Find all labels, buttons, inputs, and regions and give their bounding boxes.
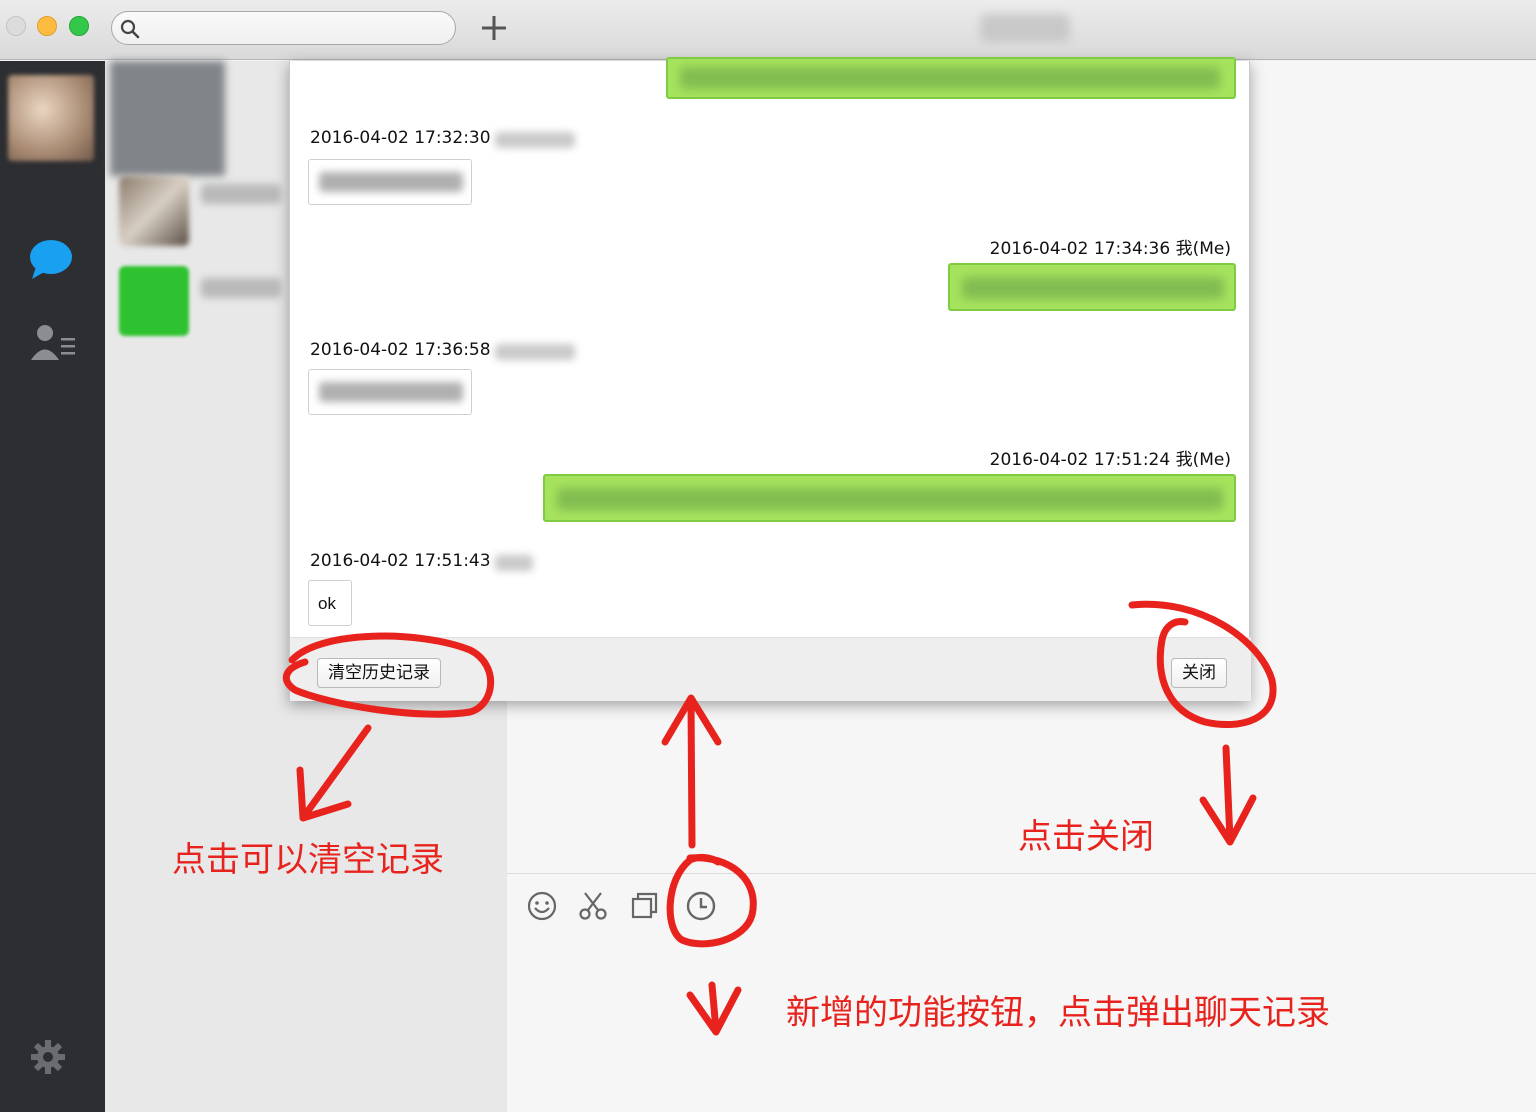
message-bubble-in [308, 369, 472, 415]
sender-name [495, 132, 575, 148]
close-window-button[interactable] [6, 16, 26, 36]
chat-history-dialog: 2016-04-02 17:32:30 2016-04-02 17:34:36 … [289, 57, 1251, 701]
gear-icon [31, 1040, 65, 1074]
nav-sidebar [0, 61, 105, 1112]
message-bubble-out [543, 474, 1236, 522]
window-title [980, 14, 1070, 42]
message-timestamp: 2016-04-02 17:36:58 [310, 340, 491, 360]
conversation-name [201, 278, 281, 298]
message-timestamp: 2016-04-02 17:51:43 [310, 551, 491, 571]
message-timestamp: 2016-04-02 17:51:24 我(Me) [989, 450, 1231, 470]
search-icon [120, 19, 140, 39]
nav-contacts[interactable] [30, 323, 78, 368]
message-text: ok [318, 594, 336, 613]
smiley-icon [527, 891, 557, 921]
history-button[interactable] [684, 889, 718, 923]
user-avatar[interactable] [8, 75, 94, 161]
message-timestamp: 2016-04-02 17:34:36 我(Me) [989, 239, 1231, 259]
message-bubble-out [948, 263, 1236, 311]
chat-bubble-icon [30, 240, 72, 279]
message-bubble-out [666, 57, 1236, 99]
conversation-name [201, 184, 281, 204]
annotation-clear-note: 点击可以清空记录 [172, 840, 444, 880]
sender-name [495, 344, 575, 360]
window-capture-button[interactable] [628, 889, 662, 923]
search-input[interactable] [111, 11, 456, 45]
annotation-close-note: 点击关闭 [1018, 817, 1154, 857]
clear-history-button[interactable]: 清空历史记录 [317, 658, 441, 688]
close-button[interactable]: 关闭 [1171, 658, 1227, 688]
title-bar [0, 0, 1536, 60]
message-timestamp: 2016-04-02 17:32:30 [310, 128, 491, 148]
zoom-window-button[interactable] [69, 16, 89, 36]
message-bubble-in [308, 159, 472, 205]
annotation-new-button-note: 新增的功能按钮，点击弹出聊天记录 [786, 993, 1330, 1033]
conversation-avatar [110, 61, 225, 176]
conversation-avatar [119, 266, 189, 336]
dialog-footer: 清空历史记录 关闭 [290, 637, 1251, 701]
conversation-avatar [119, 176, 189, 246]
input-divider [507, 873, 1536, 874]
emoji-button[interactable] [525, 889, 559, 923]
message-bubble-in: ok [308, 580, 352, 626]
minimize-window-button[interactable] [37, 16, 57, 36]
add-button[interactable] [478, 12, 510, 44]
screenshot-button[interactable] [576, 889, 610, 923]
nav-chats[interactable] [26, 237, 76, 288]
clock-icon [686, 891, 716, 921]
sender-name [495, 555, 533, 571]
window-icon [631, 892, 658, 919]
scissors-icon [579, 892, 607, 920]
plus-icon [482, 16, 506, 40]
nav-settings[interactable] [30, 1039, 66, 1080]
app-window: 2016-04-02 17:32:30 2016-04-02 17:34:36 … [0, 0, 1536, 1112]
contacts-icon [31, 325, 75, 360]
